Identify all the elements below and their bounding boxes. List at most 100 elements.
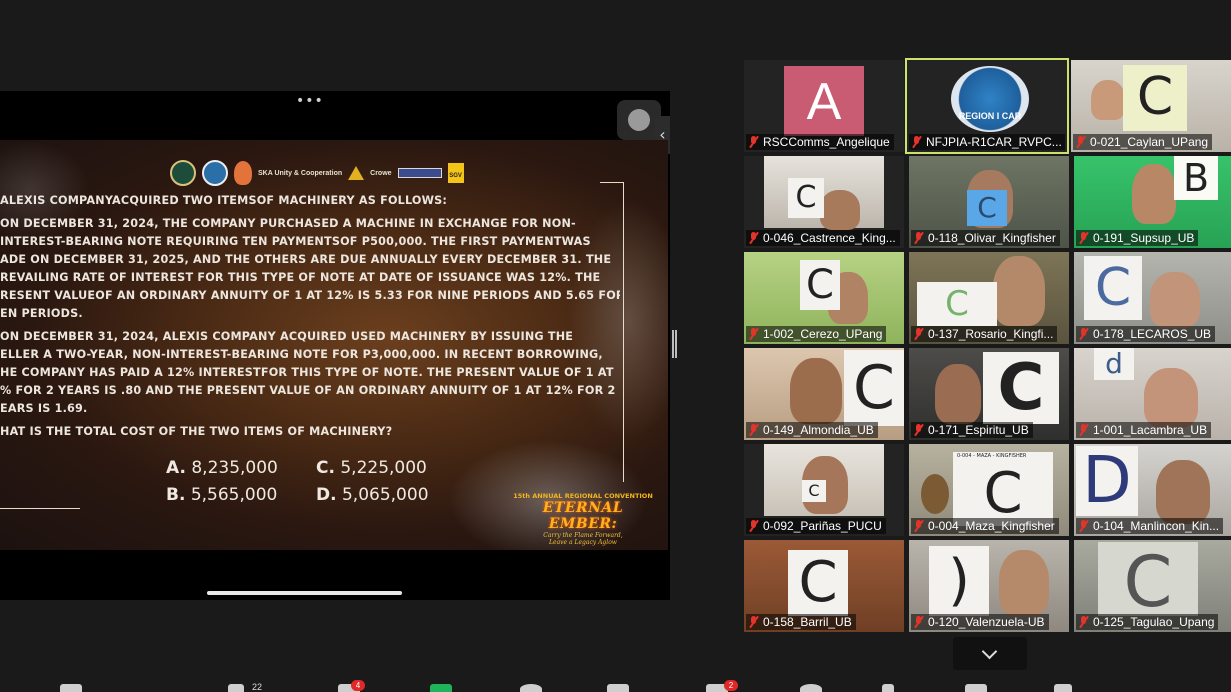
chat-badge: 4 (351, 680, 365, 691)
answer-card: D (1076, 446, 1138, 516)
participant-tile[interactable]: C 0-171_Espiritu_UB (909, 348, 1069, 440)
problem-intro: ALEXIS COMPANYACQUIRED TWO ITEMSOF MACHI… (0, 194, 448, 207)
participant-tile[interactable]: A RSCComms_Angelique (744, 60, 904, 152)
mic-muted-icon (913, 328, 925, 340)
participant-name-label: 0-004_Maza_Kingfisher (911, 518, 1059, 534)
mic-muted-icon (748, 520, 760, 532)
choice-d: D. 5,065,000 (316, 485, 429, 505)
text-line: HE COMPANY HAS PAID A 12% INTERESTFOR TH… (0, 366, 614, 379)
meeting-toolbar (0, 678, 1231, 692)
convention-logo: 15th ANNUAL REGIONAL CONVENTION ETERNAL … (508, 492, 658, 546)
answer-card: ) (929, 546, 989, 616)
participant-name-label: 0-092_Pariñas_PUCU (746, 518, 886, 534)
answer-card: C (800, 260, 840, 310)
notes-icon[interactable] (882, 684, 894, 692)
split-view-resize-handle[interactable] (672, 330, 679, 358)
problem-item-1: ON DECEMBER 31, 2024, THE COMPANY PURCHA… (0, 215, 620, 323)
participant-tile[interactable]: C 1-002_Cerezo_UPang (744, 252, 904, 344)
presentation-slide: SKA Unity & Cooperation Crowe SGV ALEXIS… (0, 140, 668, 550)
participant-name-label: 0-149_Almondia_UB (746, 422, 878, 438)
mic-muted-icon (913, 232, 925, 244)
mic-muted-icon (748, 232, 760, 244)
answer-choices: A. 8,235,000 C. 5,225,000 B. 5,565,000 D… (166, 455, 466, 509)
reactions-icon[interactable] (607, 684, 629, 692)
participant-name-label: 0-021_Caylan_UPang (1073, 134, 1213, 150)
participant-name-label: 0-158_Barril_UB (746, 614, 856, 630)
answer-card: C (1098, 542, 1198, 622)
share-screen-icon[interactable] (430, 684, 452, 692)
sponsor-logos: SKA Unity & Cooperation Crowe SGV (170, 160, 464, 186)
mic-muted-icon (748, 616, 760, 628)
participant-name-label: 0-191_Supsup_UB (1076, 230, 1199, 246)
end-icon[interactable] (1054, 684, 1072, 692)
text-line: % FOR 2 YEARS IS .80 AND THE PRESENT VAL… (0, 384, 616, 397)
mic-muted-icon (913, 424, 925, 436)
participant-tile[interactable]: C 0-137_Rosario_Kingfi... (909, 252, 1069, 344)
mic-muted-icon (748, 328, 760, 340)
participant-tile[interactable]: C 0-178_LECAROS_UB (1074, 252, 1231, 344)
crowe-triangle-logo (348, 166, 365, 180)
choice-c: C. 5,225,000 (316, 458, 427, 478)
share-scrollbar[interactable] (207, 591, 402, 595)
mic-muted-icon (1078, 424, 1090, 436)
participant-gallery: A RSCComms_Angelique REGION I CAR NFJPIA… (744, 58, 1231, 632)
mic-muted-icon (911, 136, 923, 148)
share-more-options-icon[interactable]: ••• (296, 93, 324, 109)
participant-name-label: 0-046_Castrence_King... (746, 230, 900, 246)
choice-b: B. 5,565,000 (166, 485, 278, 505)
participants-count: 22 (252, 682, 263, 692)
participant-tile[interactable]: C 0-021_Caylan_UPang (1071, 60, 1231, 152)
mic-muted-icon (1078, 232, 1090, 244)
participant-tile[interactable]: C 0-092_Pariñas_PUCU (744, 444, 904, 536)
text-line: REVAILING RATE OF INTEREST FOR THIS TYPE… (0, 271, 601, 284)
text-line: INTEREST-BEARING NOTE REQUIRING TEN PAYM… (0, 235, 591, 248)
convention-tagline: Leave a Legacy Aglow (549, 539, 617, 546)
answer-card: 0-004 - MAZA - KINGFISHER C (953, 452, 1053, 526)
participant-tile[interactable]: ) 0-120_Valenzuela-UB (909, 540, 1069, 632)
convention-tagline: Carry the Flame Forward, (543, 532, 623, 539)
participant-tile[interactable]: d 1-001_Lacambra_UB (1074, 348, 1231, 440)
convention-title: ETERNAL EMBER: (542, 500, 624, 532)
problem-question: HAT IS THE TOTAL COST OF THE TWO ITEMS O… (0, 425, 393, 438)
participant-tile[interactable]: D 0-104_Manlincon_Kin... (1074, 444, 1231, 536)
mic-muted-icon (1078, 520, 1090, 532)
flame-logo (234, 161, 252, 185)
record-icon[interactable] (520, 684, 542, 692)
answer-card: C (1084, 256, 1142, 320)
participant-name-label: NFJPIA-R1CAR_RVPC... (909, 134, 1065, 150)
problem-text: ALEXIS COMPANYACQUIRED TWO ITEMSOF MACHI… (0, 192, 620, 446)
participant-tile[interactable]: C 0-149_Almondia_UB (744, 348, 904, 440)
participant-tile[interactable]: 0-004 - MAZA - KINGFISHER C 0-004_Maza_K… (909, 444, 1069, 536)
more-icon[interactable] (965, 684, 987, 692)
participant-tile[interactable]: C 0-125_Tagulao_Upang (1074, 540, 1231, 632)
participant-tile[interactable]: C 0-046_Castrence_King... (744, 156, 904, 248)
answer-card: B (1174, 156, 1218, 200)
text-line: ELLER A TWO-YEAR, NON-INTEREST-BEARING N… (0, 348, 603, 361)
org-seal-logo (170, 160, 196, 186)
apps-badge: 2 (724, 680, 738, 691)
answer-card: C (917, 282, 997, 326)
answer-card: C (802, 480, 826, 502)
participant-tile[interactable]: C 0-118_Olivar_Kingfisher (909, 156, 1069, 248)
text-line: EARS IS 1.69. (0, 402, 88, 415)
participant-name-label: 0-104_Manlincon_Kin... (1076, 518, 1224, 534)
whiteboard-icon[interactable] (800, 684, 822, 692)
participant-name-label: 0-120_Valenzuela-UB (911, 614, 1049, 630)
participant-tile[interactable]: B 0-191_Supsup_UB (1074, 156, 1231, 248)
mic-muted-icon (913, 616, 925, 628)
mic-muted-icon (1078, 616, 1090, 628)
microphone-icon[interactable] (60, 684, 82, 692)
participant-tile[interactable]: C 0-158_Barril_UB (744, 540, 904, 632)
text-line: ADE ON DECEMBER 31, 2025, AND THE OTHERS… (0, 253, 612, 266)
university-seal-logo (202, 160, 228, 186)
text-line: EN PERIODS. (0, 307, 83, 320)
participants-icon[interactable] (228, 684, 244, 692)
mic-muted-icon (1075, 136, 1087, 148)
card-header-text: 0-004 - MAZA - KINGFISHER (957, 453, 1027, 459)
text-line: ON DECEMBER 31, 2024, ALEXIS COMPANY ACQ… (0, 330, 574, 343)
gallery-next-page-button[interactable] (953, 637, 1027, 670)
crowe-logo: Crowe (370, 169, 392, 177)
choice-a: A. 8,235,000 (166, 458, 278, 478)
participant-tile-active-speaker[interactable]: REGION I CAR NFJPIA-R1CAR_RVPC... (905, 58, 1069, 154)
participant-name-label: 1-001_Lacambra_UB (1076, 422, 1212, 438)
